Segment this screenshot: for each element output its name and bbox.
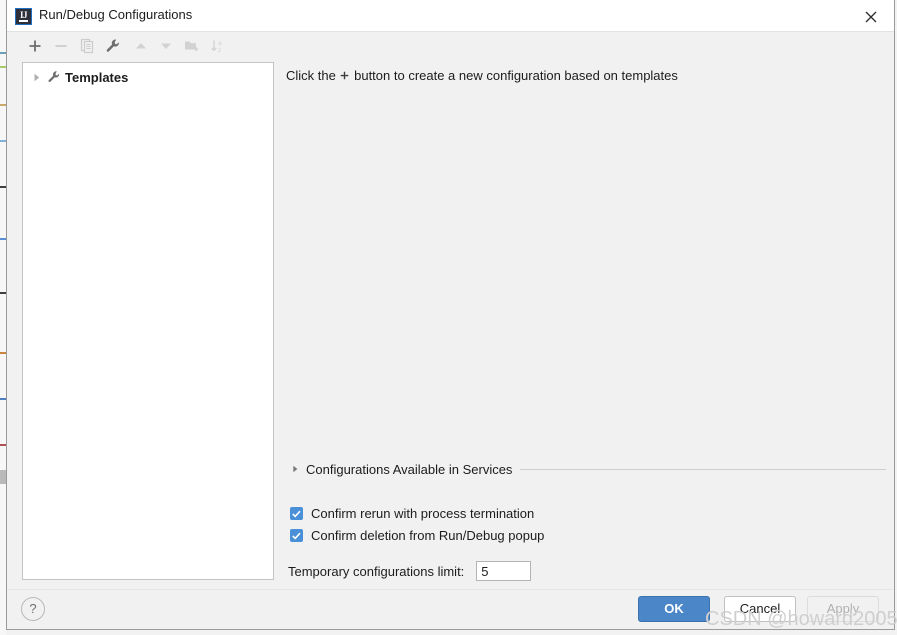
tree-item-label: Templates — [65, 69, 129, 85]
chevron-right-icon[interactable] — [292, 465, 306, 473]
tree-item-templates[interactable]: Templates — [29, 67, 128, 87]
confirm-rerun-checkbox[interactable]: Confirm rerun with process termination — [290, 506, 534, 521]
title-bar: IJ Run/Debug Configurations — [7, 0, 894, 32]
services-section-divider — [520, 468, 886, 470]
new-folder-button[interactable] — [180, 34, 204, 58]
help-button[interactable]: ? — [21, 597, 45, 621]
checkbox-checked-icon — [290, 529, 303, 542]
svg-text:z: z — [218, 47, 221, 54]
sort-alphabetically-button[interactable]: a z — [206, 34, 230, 58]
close-button[interactable] — [848, 0, 894, 31]
services-section-header[interactable]: Configurations Available in Services — [292, 460, 886, 478]
plus-icon — [339, 69, 350, 84]
footer-divider — [7, 589, 894, 590]
configurations-tree-panel[interactable]: Templates — [22, 62, 274, 580]
ok-button[interactable]: OK — [638, 596, 710, 622]
checkbox-checked-icon — [290, 507, 303, 520]
temporary-configurations-limit-row: Temporary configurations limit: — [288, 561, 532, 581]
add-configuration-button[interactable] — [23, 34, 47, 58]
svg-text:a: a — [218, 40, 222, 47]
app-icon-mark: IJ — [19, 10, 28, 20]
wrench-icon — [45, 70, 63, 84]
temporary-limit-input[interactable] — [476, 561, 532, 581]
confirm-deletion-label: Confirm deletion from Run/Debug popup — [311, 528, 545, 543]
create-configuration-hint: Click the button to create a new configu… — [286, 68, 678, 84]
chevron-right-icon[interactable] — [29, 73, 45, 82]
intellij-idea-icon: IJ — [15, 8, 32, 25]
services-section-label: Configurations Available in Services — [306, 461, 513, 477]
copy-configuration-button[interactable] — [75, 34, 99, 58]
remove-configuration-button[interactable] — [49, 34, 73, 58]
confirm-deletion-checkbox[interactable]: Confirm deletion from Run/Debug popup — [290, 528, 544, 543]
window-title: Run/Debug Configurations — [39, 7, 193, 22]
temporary-limit-label: Temporary configurations limit: — [288, 563, 465, 579]
move-down-button[interactable] — [154, 34, 178, 58]
apply-button: Apply — [807, 596, 879, 622]
app-icon-underline — [19, 20, 28, 22]
move-up-button[interactable] — [129, 34, 153, 58]
cancel-button[interactable]: Cancel — [724, 596, 796, 622]
hint-text-before: Click the — [286, 68, 336, 83]
edit-templates-button[interactable] — [101, 34, 125, 58]
confirm-rerun-label: Confirm rerun with process termination — [311, 506, 535, 521]
hint-text-after: button to create a new configuration bas… — [354, 68, 678, 83]
run-debug-configurations-dialog: IJ Run/Debug Configurations a z Template… — [6, 0, 895, 630]
configurations-toolbar: a z — [7, 32, 894, 60]
